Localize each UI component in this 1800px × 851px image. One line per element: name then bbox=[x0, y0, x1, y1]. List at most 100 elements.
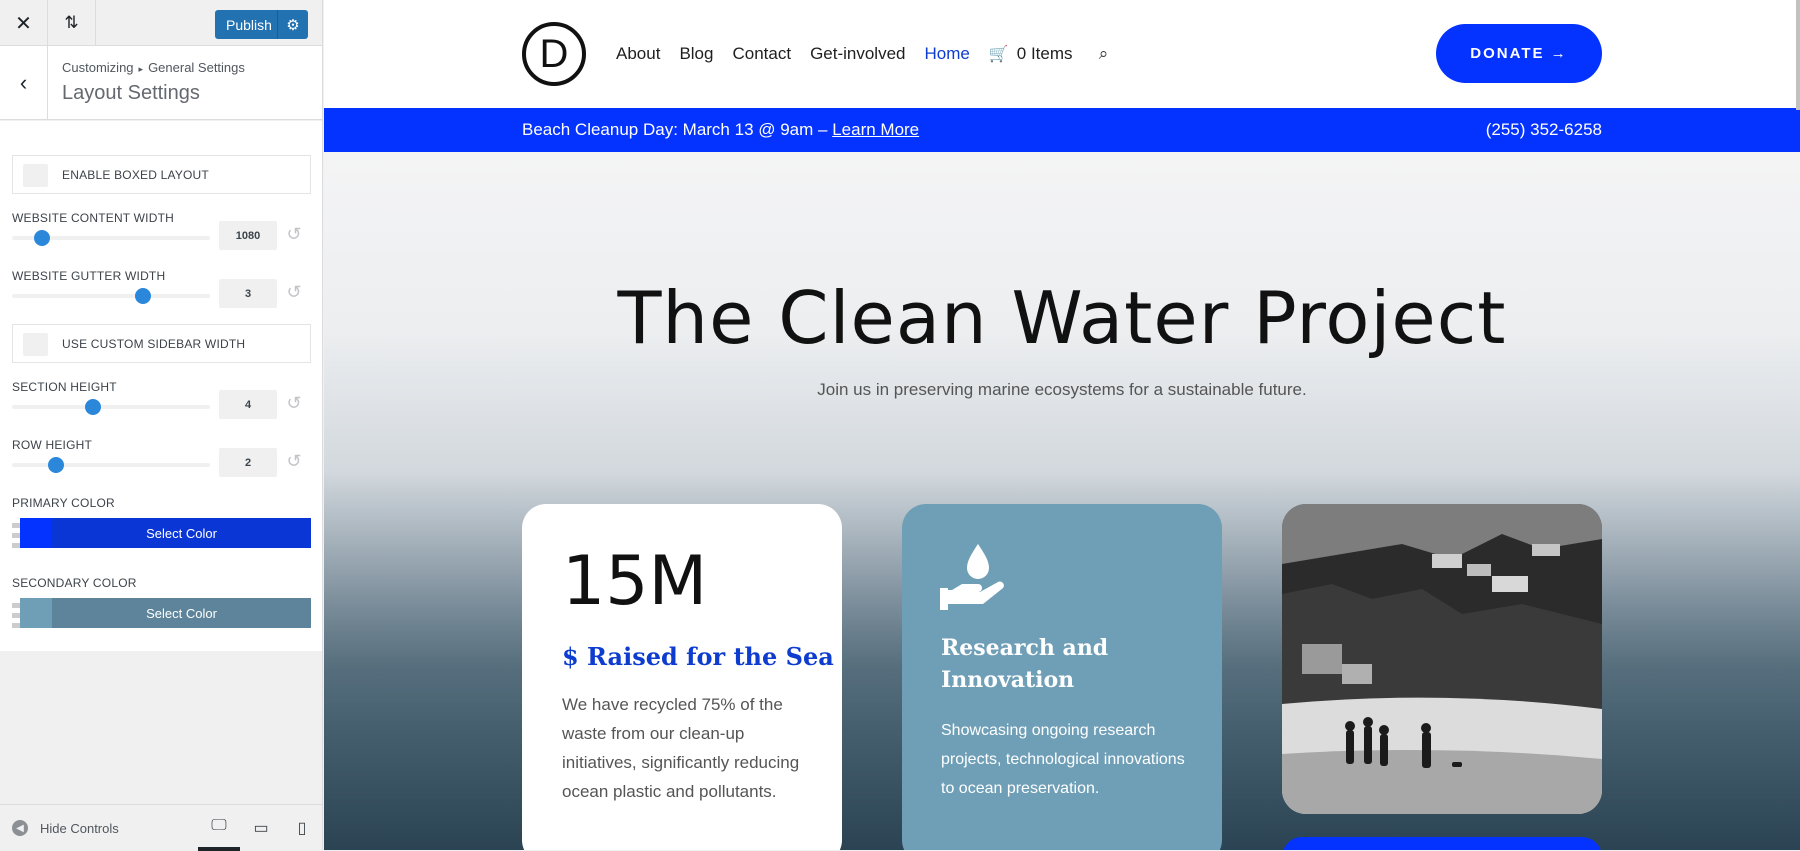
collapse-icon: ◀ bbox=[12, 820, 28, 836]
beach-people-photo bbox=[1282, 504, 1602, 814]
close-icon: ✕ bbox=[15, 12, 32, 35]
stat-body: We have recycled 75% of the waste from o… bbox=[562, 695, 800, 801]
research-body: Showcasing ongoing research projects, te… bbox=[941, 722, 1185, 797]
gear-icon: ⚙ bbox=[286, 16, 300, 34]
nav-about[interactable]: About bbox=[616, 44, 660, 64]
donate-button[interactable]: DONATE → bbox=[1436, 24, 1602, 83]
announcement-text: Beach Cleanup Day: March 13 @ 9am – bbox=[522, 120, 833, 139]
row-height-slider[interactable] bbox=[12, 457, 210, 473]
secondary-color-swatch[interactable] bbox=[20, 598, 52, 628]
gutter-width-input[interactable]: 3 bbox=[219, 279, 277, 308]
main-nav: About Blog Contact Get-involved Home 🛒 0… bbox=[616, 0, 1113, 108]
nav-contact[interactable]: Contact bbox=[732, 44, 791, 64]
site-logo[interactable]: D bbox=[522, 22, 586, 86]
gutter-width-reset-icon[interactable]: ↺ bbox=[284, 282, 304, 302]
section-header: ‹ Customizing ▸ General Settings Layout Se… bbox=[0, 46, 322, 120]
back-button[interactable]: ‹ bbox=[0, 46, 48, 119]
stat-heading: $ Raised for the Sea bbox=[562, 642, 834, 671]
custom-sidebar-checkbox[interactable] bbox=[23, 333, 48, 356]
primary-color-button[interactable]: Select Color bbox=[52, 518, 311, 548]
content-width-label: WEBSITE CONTENT WIDTH bbox=[12, 211, 174, 225]
gutter-width-label: WEBSITE GUTTER WIDTH bbox=[12, 269, 166, 283]
content-width-slider[interactable] bbox=[12, 230, 210, 246]
hero-subtitle: Join us in preserving marine ecosystems … bbox=[817, 380, 1307, 399]
nav-blog[interactable]: Blog bbox=[679, 44, 713, 64]
desktop-preview-button[interactable]: 🖵 bbox=[198, 805, 240, 851]
breadcrumb-root: Customizing bbox=[62, 60, 134, 75]
hide-controls-button[interactable]: ◀ Hide Controls bbox=[12, 805, 119, 851]
stat-card: 15M $ Raised for the Sea We have recycle… bbox=[522, 504, 842, 850]
hero-title: The Clean Water Project bbox=[617, 276, 1507, 360]
gutter-width-slider-thumb[interactable] bbox=[134, 288, 151, 304]
tablet-preview-button[interactable]: ▭ bbox=[240, 805, 282, 851]
row-height-label: ROW HEIGHT bbox=[12, 438, 92, 452]
breadcrumb-arrow-icon: ▸ bbox=[138, 64, 144, 74]
announcement-bar: Beach Cleanup Day: March 13 @ 9am – Lear… bbox=[324, 108, 1800, 152]
learn-more-link[interactable]: Learn More bbox=[832, 120, 919, 139]
tablet-icon: ▭ bbox=[253, 820, 269, 837]
hero-section: The Clean Water Project Join us in prese… bbox=[324, 152, 1800, 850]
section-height-reset-icon[interactable]: ↺ bbox=[284, 393, 304, 413]
research-heading: Research and Innovation bbox=[941, 635, 1109, 693]
section-height-input[interactable]: 4 bbox=[219, 390, 277, 419]
secondary-color-label: SECONDARY COLOR bbox=[12, 576, 137, 590]
controls-panel: ENABLE BOXED LAYOUT WEBSITE CONTENT WIDT… bbox=[0, 121, 322, 651]
custom-sidebar-toggle[interactable]: USE CUSTOM SIDEBAR WIDTH bbox=[12, 324, 311, 363]
nav-get-involved[interactable]: Get-involved bbox=[810, 44, 905, 64]
primary-color-swatch[interactable] bbox=[20, 518, 52, 548]
announcement-message: Beach Cleanup Day: March 13 @ 9am – Lear… bbox=[522, 120, 919, 140]
stat-value: 15M bbox=[562, 542, 708, 621]
primary-color-control: Select Color bbox=[12, 518, 311, 548]
publish-settings-button[interactable]: ⚙ bbox=[277, 10, 308, 39]
publish-button[interactable]: Publish bbox=[215, 17, 277, 33]
desktop-icon: 🖵 bbox=[211, 817, 227, 834]
nav-home[interactable]: Home bbox=[925, 44, 970, 64]
water-drop-hand-icon bbox=[940, 544, 1004, 610]
beach-photo-card bbox=[1282, 504, 1602, 814]
preview-scrollbar[interactable] bbox=[1796, 0, 1800, 110]
breadcrumb: Customizing ▸ General Settings bbox=[62, 60, 245, 75]
boxed-layout-checkbox[interactable] bbox=[23, 164, 48, 187]
customizer-sidebar: ✕ ⇅ Publish ⚙ ‹ Customizing ▸ General Sett… bbox=[0, 0, 323, 851]
cart-icon: 🛒 bbox=[988, 46, 1009, 63]
cart-label: 0 Items bbox=[1016, 44, 1073, 63]
site-header: D About Blog Contact Get-involved Home 🛒… bbox=[324, 0, 1800, 108]
chevron-left-icon: ‹ bbox=[19, 69, 28, 95]
content-width-reset-icon[interactable]: ↺ bbox=[284, 224, 304, 244]
row-height-reset-icon[interactable]: ↺ bbox=[284, 451, 304, 471]
site-preview: D About Blog Contact Get-involved Home 🛒… bbox=[324, 0, 1800, 850]
section-height-slider[interactable] bbox=[12, 399, 210, 415]
content-width-slider-thumb[interactable] bbox=[33, 230, 50, 246]
primary-color-label: PRIMARY COLOR bbox=[12, 496, 115, 510]
mobile-preview-button[interactable]: ▯ bbox=[281, 805, 323, 851]
search-icon[interactable]: ⌕ bbox=[1095, 44, 1113, 63]
gutter-width-slider[interactable] bbox=[12, 288, 210, 304]
hide-controls-label: Hide Controls bbox=[40, 820, 119, 836]
content-width-input[interactable]: 1080 bbox=[219, 221, 277, 250]
preview-toggle-button[interactable]: ⇅ bbox=[48, 0, 96, 46]
research-card: Research and Innovation Showcasing ongoi… bbox=[902, 504, 1222, 850]
sort-arrows-icon: ⇅ bbox=[64, 13, 79, 32]
secondary-color-checker bbox=[12, 598, 20, 628]
phone-number[interactable]: (255) 352-6258 bbox=[1486, 120, 1602, 140]
photo-card-button[interactable] bbox=[1282, 837, 1602, 850]
breadcrumb-parent: General Settings bbox=[148, 60, 245, 75]
row-height-slider-thumb[interactable] bbox=[47, 457, 64, 473]
boxed-layout-toggle[interactable]: ENABLE BOXED LAYOUT bbox=[12, 155, 311, 194]
close-button[interactable]: ✕ bbox=[0, 0, 48, 46]
section-title: Layout Settings bbox=[62, 82, 200, 104]
cart-link[interactable]: 🛒 0 Items bbox=[989, 44, 1073, 64]
customizer-topbar: ✕ ⇅ Publish ⚙ bbox=[0, 0, 322, 46]
mobile-icon: ▯ bbox=[297, 820, 307, 837]
primary-color-checker bbox=[12, 518, 20, 548]
secondary-color-control: Select Color bbox=[12, 598, 311, 628]
boxed-layout-label: ENABLE BOXED LAYOUT bbox=[62, 168, 209, 182]
row-height-input[interactable]: 2 bbox=[219, 448, 277, 477]
section-height-slider-thumb[interactable] bbox=[85, 399, 102, 415]
section-height-label: SECTION HEIGHT bbox=[12, 380, 117, 394]
customizer-footer: ◀ Hide Controls 🖵 ▭ ▯ bbox=[0, 804, 323, 851]
custom-sidebar-label: USE CUSTOM SIDEBAR WIDTH bbox=[62, 337, 246, 351]
publish-button-group: Publish ⚙ bbox=[215, 10, 308, 39]
secondary-color-button[interactable]: Select Color bbox=[52, 598, 311, 628]
logo-letter: D bbox=[539, 31, 569, 76]
